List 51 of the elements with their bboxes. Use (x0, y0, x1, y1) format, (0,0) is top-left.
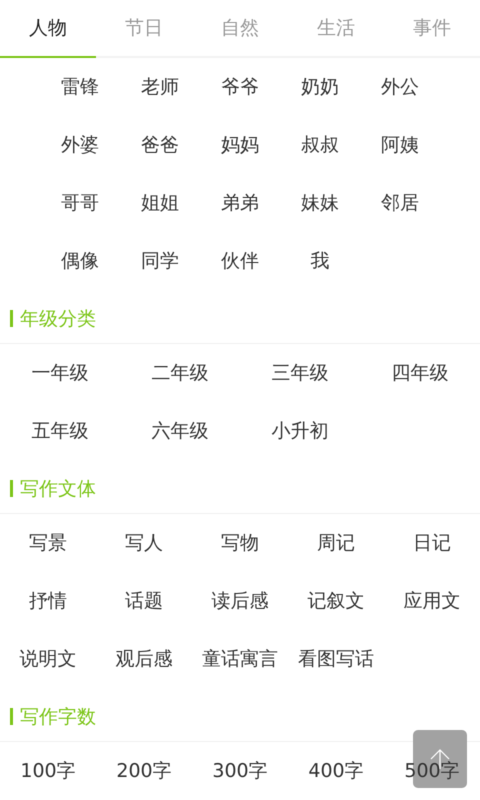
topic-item[interactable]: 抒情 (0, 572, 96, 630)
topic-item[interactable]: 二年级 (120, 344, 240, 402)
category-tab[interactable]: 人物 (0, 0, 96, 58)
topic-item[interactable]: 外婆 (40, 116, 120, 174)
topic-item[interactable]: 外公 (360, 58, 440, 116)
section-title: 年级分类 (20, 306, 96, 332)
topic-item[interactable]: 奶奶 (280, 58, 360, 116)
topic-item[interactable]: 叔叔 (280, 116, 360, 174)
topic-item[interactable]: 四年级 (360, 344, 480, 402)
topic-item[interactable]: 妈妈 (200, 116, 280, 174)
topic-item[interactable]: 看图写话 (288, 630, 384, 688)
topic-item[interactable]: 老师 (120, 58, 200, 116)
topic-item[interactable]: 妹妹 (280, 174, 360, 232)
topic-item[interactable]: 偶像 (40, 232, 120, 290)
topic-item[interactable]: 写人 (96, 514, 192, 572)
topic-item[interactable]: 阿姨 (360, 116, 440, 174)
topic-item[interactable]: 300字 (192, 742, 288, 800)
topic-item[interactable]: 六年级 (120, 402, 240, 460)
topic-item[interactable]: 哥哥 (40, 174, 120, 232)
topic-item[interactable]: 同学 (120, 232, 200, 290)
topic-item[interactable]: 写物 (192, 514, 288, 572)
topic-item[interactable]: 邻居 (360, 174, 440, 232)
topic-item[interactable]: 雷锋 (40, 58, 120, 116)
topic-item[interactable]: 姐姐 (120, 174, 200, 232)
topic-item[interactable]: 弟弟 (200, 174, 280, 232)
topic-item[interactable]: 说明文 (0, 630, 96, 688)
topic-item[interactable]: 读后感 (192, 572, 288, 630)
topic-item[interactable]: 三年级 (240, 344, 360, 402)
topic-item[interactable]: 伙伴 (200, 232, 280, 290)
topic-item[interactable]: 爸爸 (120, 116, 200, 174)
topic-item[interactable]: 五年级 (0, 402, 120, 460)
topic-item[interactable]: 200字 (96, 742, 192, 800)
topic-item[interactable]: 记叙文 (288, 572, 384, 630)
topic-item[interactable]: 写景 (0, 514, 96, 572)
topic-item[interactable]: 一年级 (0, 344, 120, 402)
topic-item[interactable]: 100字 (0, 742, 96, 800)
section-title: 写作文体 (20, 476, 96, 502)
topic-item[interactable]: 日记 (384, 514, 480, 572)
section-title: 写作字数 (20, 704, 96, 730)
topic-item[interactable]: 应用文 (384, 572, 480, 630)
topic-item[interactable]: 400字 (288, 742, 384, 800)
topic-item[interactable]: 话题 (96, 572, 192, 630)
topic-item[interactable]: 童话寓言 (192, 630, 288, 688)
topic-item[interactable]: 观后感 (96, 630, 192, 688)
topic-item[interactable]: 爷爷 (200, 58, 280, 116)
section-marker (10, 708, 13, 725)
topic-item[interactable]: 周记 (288, 514, 384, 572)
section-marker (10, 480, 13, 497)
section-marker (10, 310, 13, 327)
topic-item[interactable]: 我 (280, 232, 360, 290)
topic-item[interactable]: 小升初 (240, 402, 360, 460)
